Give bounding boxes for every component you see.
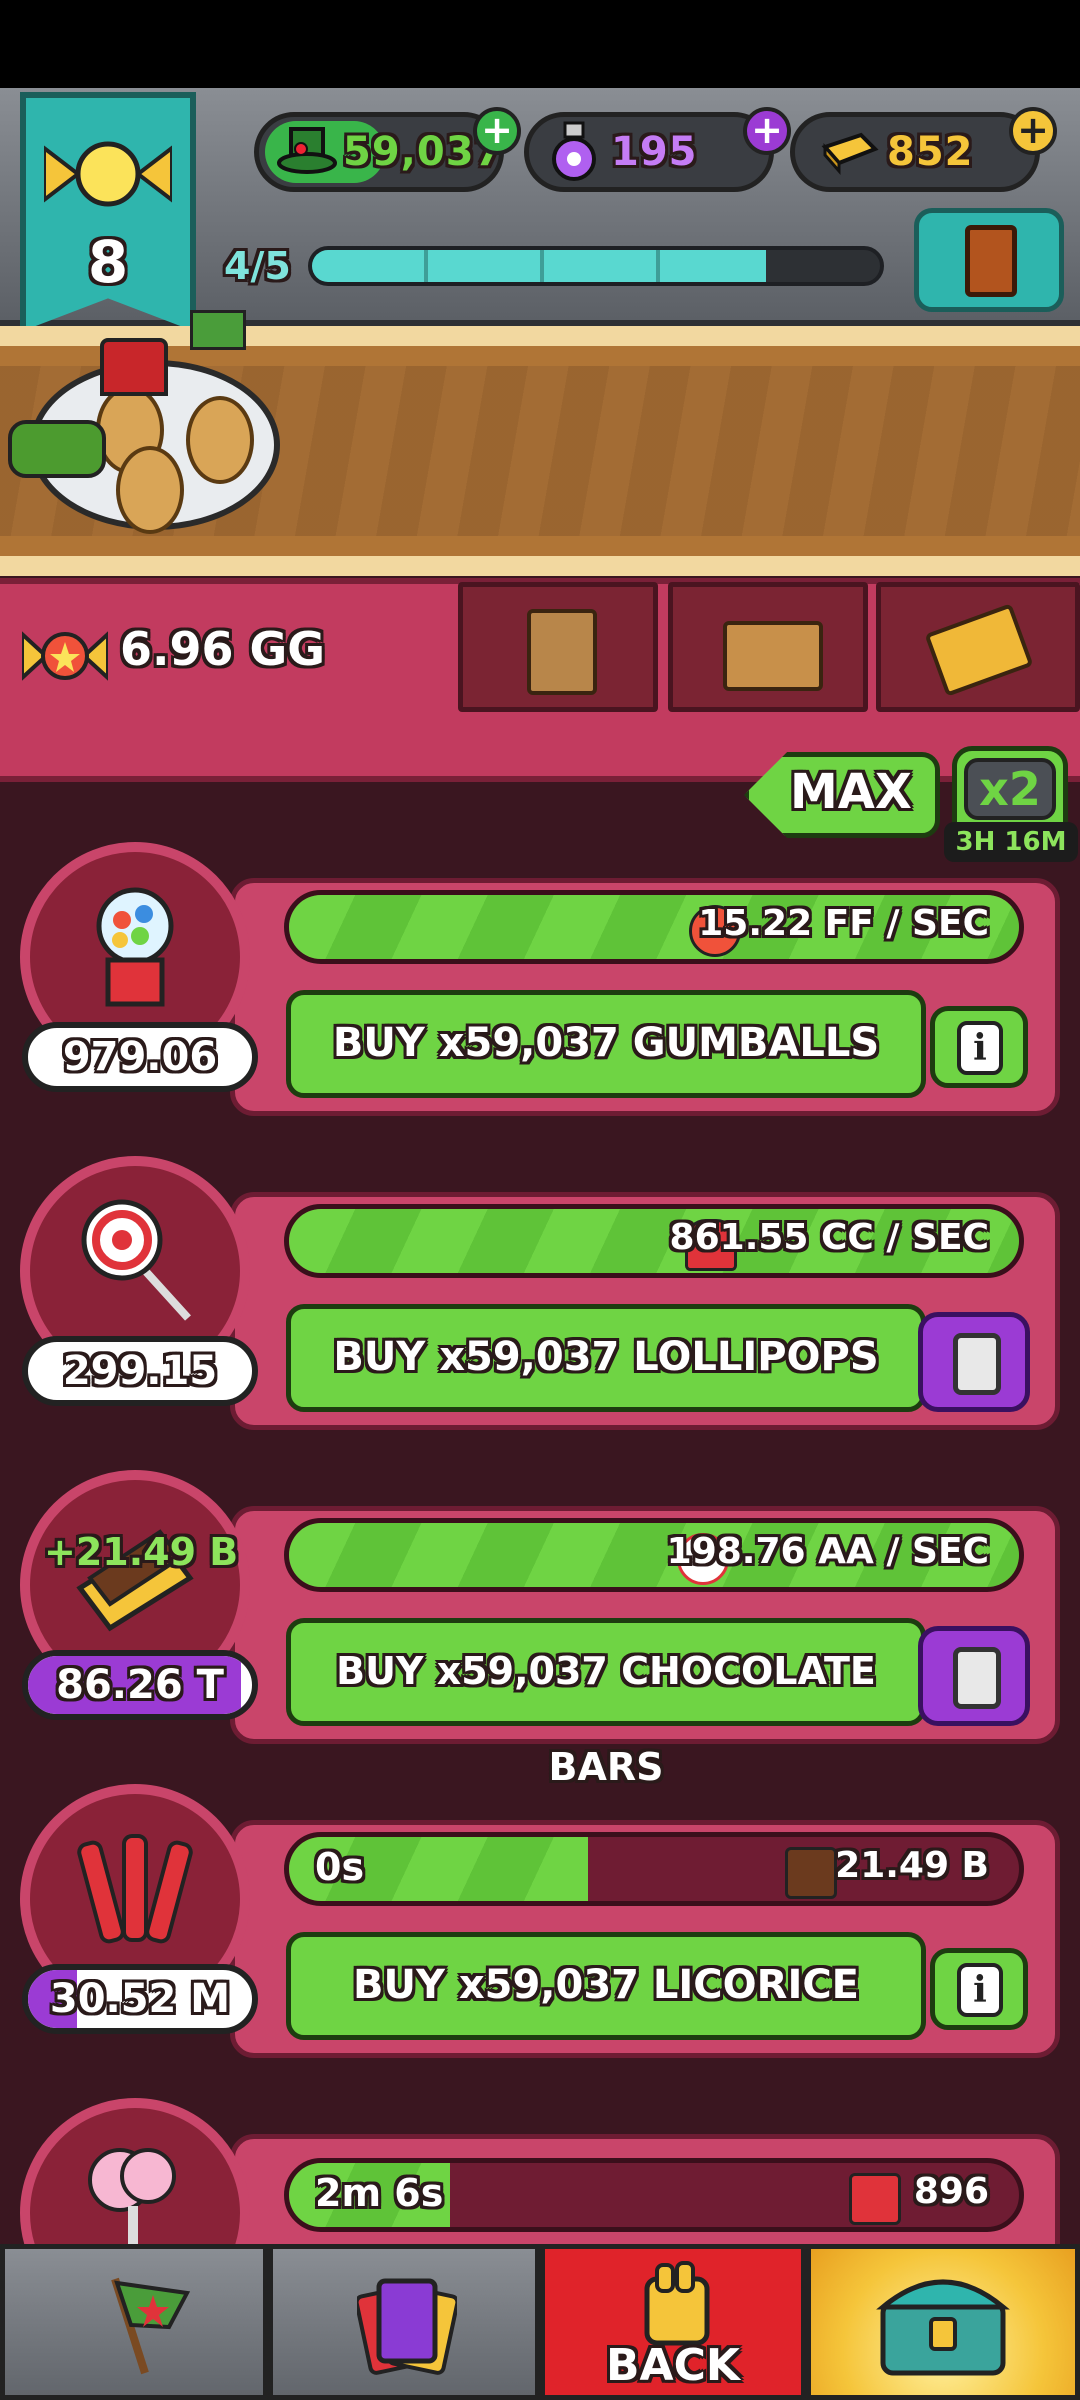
candy-currency-icon — [20, 628, 110, 684]
info-icon: i — [957, 1021, 1003, 1075]
lollipop-rate-bar: 861.55 CC / SEC — [284, 1204, 1024, 1278]
licorice-yield-text: 21.49 B — [835, 1845, 989, 1886]
green-hat-icon — [277, 125, 337, 175]
earn-popup: +21.49 B — [44, 1530, 239, 1574]
card-icon — [953, 1647, 1001, 1709]
buy-licorice-button[interactable]: BUY x59,037 LICORICE — [286, 1932, 926, 2040]
book-icon — [965, 225, 1017, 297]
cotton-candy-icon — [70, 2136, 200, 2244]
flag-icon — [190, 310, 246, 350]
add-gold-button[interactable]: + — [1009, 107, 1057, 155]
buy-gumballs-button[interactable]: BUY x59,037 GUMBALLS — [286, 990, 926, 1098]
currency-hat[interactable]: 59,037 + — [254, 107, 521, 192]
chocolate-count: 86.26 T — [22, 1650, 258, 1720]
potato-crew — [116, 446, 184, 534]
gumball-machine-icon — [70, 880, 200, 1010]
candy-icon — [42, 140, 174, 208]
info-icon: i — [957, 1963, 1003, 2017]
treasure-chest-icon — [873, 2263, 1013, 2383]
currency-potion[interactable]: 195 + — [524, 107, 791, 192]
nav-missions-button[interactable] — [0, 2244, 268, 2400]
xp-text: 4/5 — [224, 244, 291, 288]
currency-gold[interactable]: 852 + — [790, 107, 1057, 192]
lollipop-card-button[interactable] — [918, 1312, 1030, 1412]
chocolate-small-icon — [785, 1847, 837, 1899]
generator-row-licorice: 30.52 M 0s 21.49 B BUY x59,037 LICORICE … — [0, 1782, 1080, 2082]
licorice-count: 30.52 M — [22, 1964, 258, 2034]
lollipop-icon — [70, 1194, 200, 1324]
lollipop-count: 299.15 BB — [22, 1336, 258, 1406]
potato-crew — [186, 396, 254, 484]
candy-total: 6.96 GG — [120, 622, 326, 676]
chocolate-rate-text: 198.76 AA / SEC — [666, 1531, 989, 1572]
licorice-small-icon — [849, 2173, 901, 2225]
flag-icon — [95, 2269, 195, 2379]
licorice-timer: 0s — [315, 1845, 365, 1889]
red-hat-icon — [100, 338, 168, 396]
back-label: BACK — [606, 2340, 740, 2391]
level-number: 8 — [87, 228, 129, 296]
potion-amount: 195 — [611, 129, 698, 175]
cotton-candy-timer: 2m 6s — [315, 2171, 444, 2215]
crate-icon — [723, 621, 823, 691]
buy-chocolate-bars-button[interactable]: BUY x59,037 CHOCOLATE BARS — [286, 1618, 926, 1789]
lollipop-rate-text: 861.55 CC / SEC — [669, 1217, 989, 1258]
cotton-candy-progress-bar: 2m 6s 896 — [284, 2158, 1024, 2232]
cotton-candy-yield-text: 896 — [913, 2171, 989, 2212]
chocolate-card-button[interactable] — [918, 1626, 1030, 1726]
gumball-rate-bar: 15.22 FF / SEC — [284, 890, 1024, 964]
gold-amount: 852 — [887, 129, 974, 175]
licorice-progress-bar: 0s 21.49 B — [284, 1832, 1024, 1906]
buy-lollipops-button[interactable]: BUY x59,037 LOLLIPOPS — [286, 1304, 926, 1412]
x2-label: x2 — [964, 758, 1056, 820]
gold-bar-icon — [815, 129, 879, 175]
card-icon — [953, 1333, 1001, 1395]
generator-row-cotton-candy: 2m 6s 896 — [0, 2096, 1080, 2244]
tab-crate[interactable] — [668, 582, 868, 712]
licorice-info-button[interactable]: i — [930, 1948, 1028, 2030]
golden-ticket-icon — [924, 603, 1034, 697]
potion-icon — [549, 121, 599, 183]
generator-row-chocolate-bars: +21.49 B 86.26 T 198.76 AA / SEC BUY x59… — [0, 1468, 1080, 1789]
nav-cards-button[interactable] — [268, 2244, 540, 2400]
xp-progress-bar — [308, 246, 884, 286]
generator-row-lollipops: 299.15 BB 861.55 CC / SEC BUY x59,037 LO… — [0, 1154, 1080, 1454]
licorice-icon — [70, 1822, 200, 1952]
level-banner[interactable] — [20, 92, 196, 332]
fist-icon — [627, 2259, 727, 2349]
cards-icon — [354, 2271, 460, 2381]
max-label: MAX — [790, 764, 912, 820]
paper-bag-icon — [527, 609, 597, 695]
gumball-rate-text: 15.22 FF / SEC — [698, 903, 989, 944]
collection-book-button[interactable] — [914, 208, 1064, 312]
gumball-info-button[interactable]: i — [930, 1006, 1028, 1088]
nav-treasure-button[interactable] — [806, 2244, 1080, 2400]
tab-ticket[interactable] — [876, 582, 1080, 712]
tab-bag[interactable] — [458, 582, 658, 712]
status-bar — [0, 0, 1080, 88]
generator-row-gumballs: 979.06 DD 15.22 FF / SEC BUY x59,037 GUM… — [0, 840, 1080, 1140]
xp-progress-fill — [312, 250, 767, 282]
gumball-count: 979.06 DD — [22, 1022, 258, 1092]
chocolate-rate-bar: 198.76 AA / SEC — [284, 1518, 1024, 1592]
add-hat-button[interactable]: + — [473, 107, 521, 155]
add-potion-button[interactable]: + — [743, 107, 791, 155]
vehicle-engine — [8, 420, 106, 478]
